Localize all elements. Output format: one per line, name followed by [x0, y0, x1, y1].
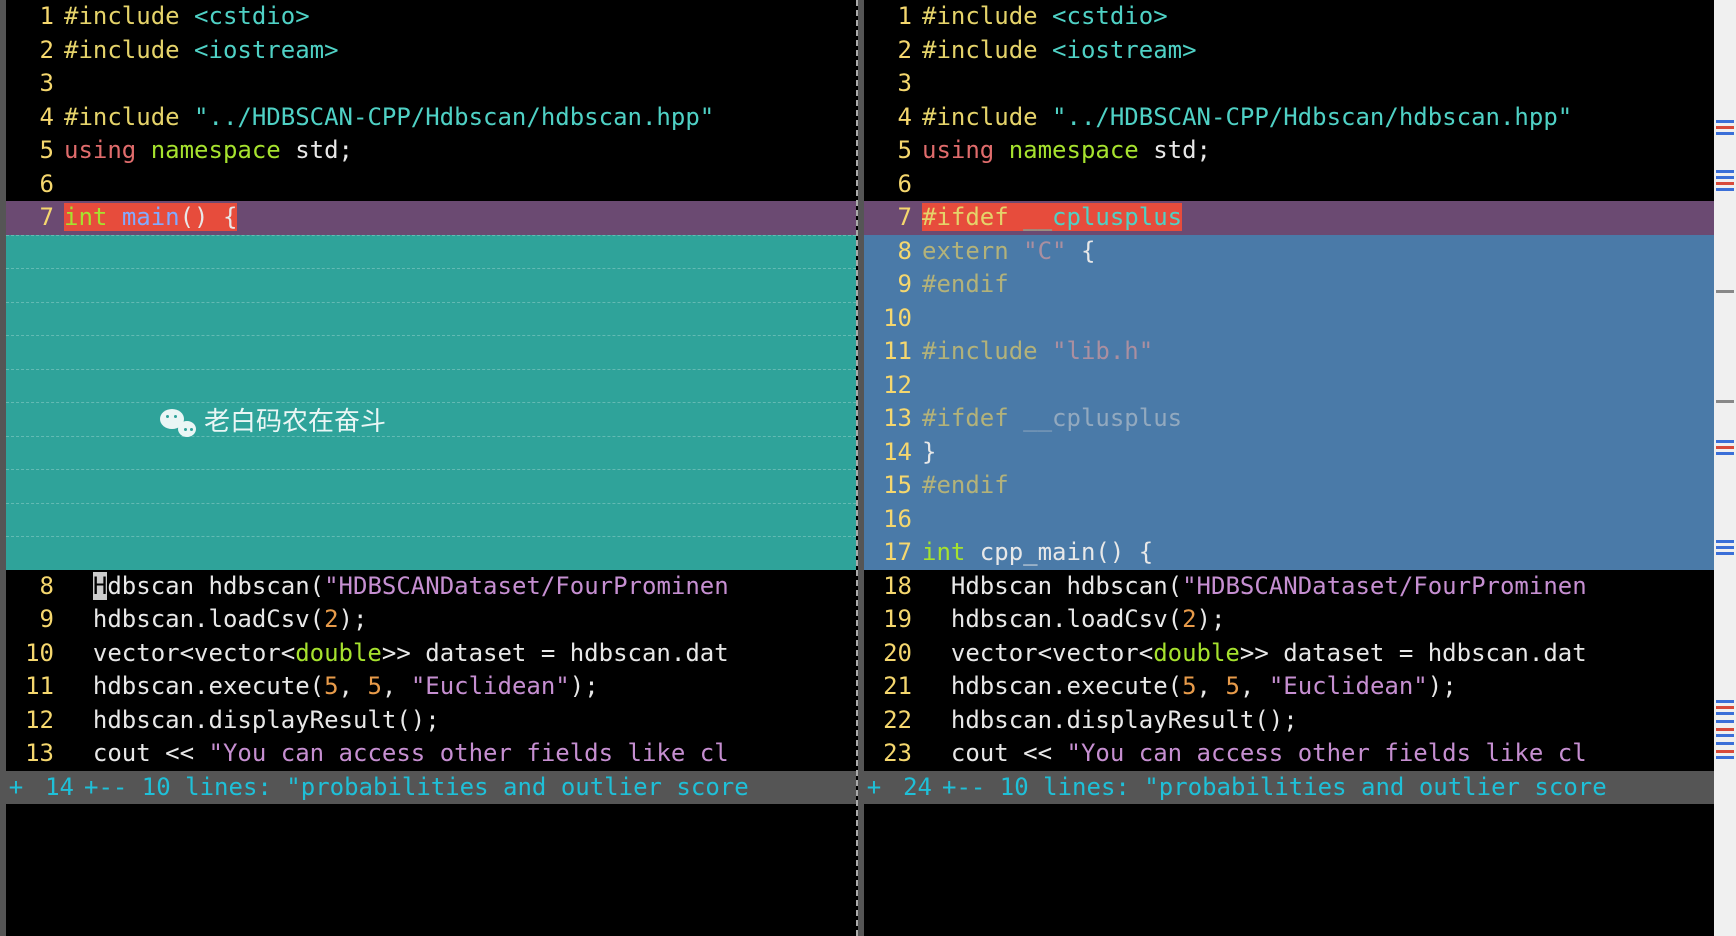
line-number: 3: [6, 67, 64, 101]
diff-added-line: 10: [864, 302, 1714, 336]
diff-filler-line: [6, 536, 856, 570]
minimap-marker: [1716, 750, 1734, 753]
line-number: 2: [6, 34, 64, 68]
code-line: 1 #include <cstdio>: [864, 0, 1714, 34]
diff-filler-line: [6, 503, 856, 537]
code-line: 23 cout << "You can access other fields …: [864, 737, 1714, 771]
code-line: 18 Hdbscan hdbscan("HDBSCANDataset/FourP…: [864, 570, 1714, 604]
diff-added-line: 8 extern "C" {: [864, 235, 1714, 269]
minimap-marker: [1716, 706, 1734, 709]
diff-changed-line: 7 #ifdef __cplusplus: [864, 201, 1714, 235]
code-line: 22 hdbscan.displayResult();: [864, 704, 1714, 738]
minimap-marker: [1716, 176, 1734, 179]
fold-text: +-- 10 lines: "probabilities and outlier…: [942, 771, 1714, 805]
minimap-marker: [1716, 742, 1734, 745]
line-number: 2: [864, 34, 922, 68]
code-line: 11 hdbscan.execute(5, 5, "Euclidean");: [6, 670, 856, 704]
code-line: 3: [864, 67, 1714, 101]
minimap-marker: [1716, 452, 1734, 455]
minimap-marker: [1716, 720, 1734, 723]
minimap-marker: [1716, 126, 1734, 129]
code-line: 4 #include "../HDBSCAN-CPP/Hdbscan/hdbsc…: [864, 101, 1714, 135]
minimap-marker: [1716, 182, 1734, 185]
code-line: 3: [6, 67, 856, 101]
code-line: 13 cout << "You can access other fields …: [6, 737, 856, 771]
fold-row[interactable]: + 14 +-- 10 lines: "probabilities and ou…: [6, 771, 856, 805]
code-line: 5 using namespace std;: [6, 134, 856, 168]
diff-filler-line: [6, 302, 856, 336]
line-number: 5: [864, 134, 922, 168]
minimap-marker: [1716, 756, 1734, 759]
line-number: 3: [864, 67, 922, 101]
diff-added-line: 17 int cpp_main() {: [864, 536, 1714, 570]
code-line: 12 hdbscan.displayResult();: [6, 704, 856, 738]
line-number: 6: [6, 168, 64, 202]
code-line: 2 #include <iostream>: [6, 34, 856, 68]
code-line: 20 vector<vector<double>> dataset = hdbs…: [864, 637, 1714, 671]
code-line: 6: [6, 168, 856, 202]
diff-filler-line: [6, 268, 856, 302]
minimap-marker: [1716, 700, 1734, 703]
minimap-marker: [1716, 546, 1734, 549]
minimap-marker: [1716, 440, 1734, 443]
code-line: 4 #include "../HDBSCAN-CPP/Hdbscan/hdbsc…: [6, 101, 856, 135]
line-number: 1: [864, 0, 922, 34]
watermark-text: 老白码农在奋斗: [204, 405, 386, 439]
code-line: 9 hdbscan.loadCsv(2);: [6, 603, 856, 637]
line-number: 6: [864, 168, 922, 202]
code-line: 19 hdbscan.loadCsv(2);: [864, 603, 1714, 637]
diff-added-line: 11 #include "lib.h": [864, 335, 1714, 369]
minimap-marker: [1716, 734, 1734, 737]
diff-added-line: 14 }: [864, 436, 1714, 470]
diff-filler-line: [6, 335, 856, 369]
diff-added-line: 12: [864, 369, 1714, 403]
minimap-marker: [1716, 132, 1734, 135]
code-line: 5 using namespace std;: [864, 134, 1714, 168]
diff-pane-right[interactable]: 1 #include <cstdio> 2 #include <iostream…: [858, 0, 1714, 936]
minimap-marker: [1716, 170, 1734, 173]
diff-pane-left[interactable]: 老白码农在奋斗 1 #include <cstdio> 2 #include <…: [0, 0, 858, 936]
minimap-scrollbar[interactable]: [1714, 0, 1736, 936]
code-line: 6: [864, 168, 1714, 202]
minimap-marker: [1716, 120, 1734, 123]
diff-added-line: 15 #endif: [864, 469, 1714, 503]
minimap-marker: [1716, 446, 1734, 449]
watermark: 老白码农在奋斗: [160, 405, 386, 439]
diff-filler-line: [6, 402, 856, 436]
diff-filler-line: [6, 235, 856, 269]
code-line: 21 hdbscan.execute(5, 5, "Euclidean");: [864, 670, 1714, 704]
fold-row[interactable]: + 24 +-- 10 lines: "probabilities and ou…: [864, 771, 1714, 805]
diff-added-line: 9 #endif: [864, 268, 1714, 302]
wechat-icon: [160, 407, 196, 437]
line-number: 1: [6, 0, 64, 34]
code-line: 2 #include <iostream>: [864, 34, 1714, 68]
line-number: 4: [864, 101, 922, 135]
minimap-marker: [1716, 712, 1734, 715]
diff-filler-line: [6, 469, 856, 503]
minimap-marker: [1716, 552, 1734, 555]
diff-filler-line: [6, 369, 856, 403]
diff-filler-line: [6, 436, 856, 470]
code-line: 1 #include <cstdio>: [6, 0, 856, 34]
minimap-marker: [1716, 540, 1734, 543]
line-number: 4: [6, 101, 64, 135]
minimap-marker: [1716, 188, 1734, 191]
minimap-marker: [1716, 290, 1734, 293]
diff-added-line: 13 #ifdef __cplusplus: [864, 402, 1714, 436]
fold-plus-icon[interactable]: +: [6, 771, 26, 805]
diff-added-line: 16: [864, 503, 1714, 537]
code-line: 10 vector<vector<double>> dataset = hdbs…: [6, 637, 856, 671]
minimap-marker: [1716, 400, 1734, 403]
fold-text: +-- 10 lines: "probabilities and outlier…: [84, 771, 856, 805]
code-line: 8 Hdbscan hdbscan("HDBSCANDataset/FourPr…: [6, 570, 856, 604]
minimap-marker: [1716, 728, 1734, 731]
diff-changed-line: 7 int main() {: [6, 201, 856, 235]
line-number: 5: [6, 134, 64, 168]
fold-plus-icon[interactable]: +: [864, 771, 884, 805]
